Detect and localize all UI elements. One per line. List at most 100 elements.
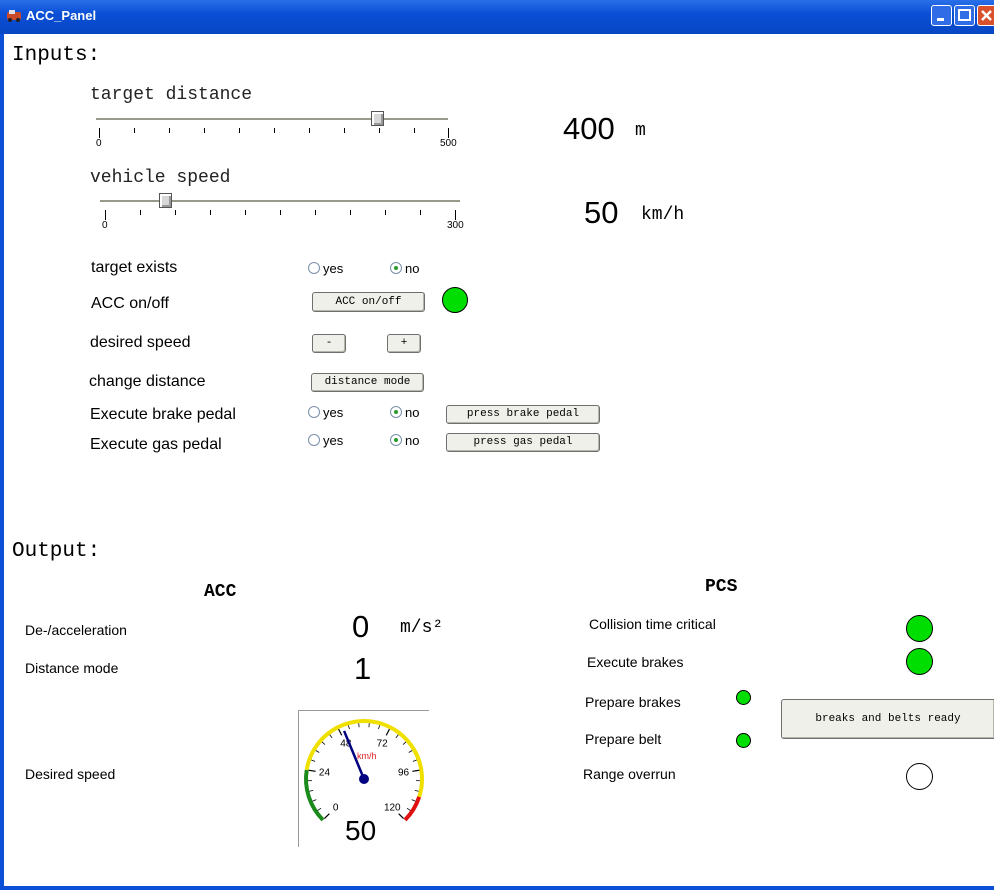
maximize-button[interactable] xyxy=(954,5,975,26)
press-gas-pedal-button[interactable]: press gas pedal xyxy=(446,433,600,452)
gauge-tick xyxy=(408,750,413,753)
pcs-section-title: PCS xyxy=(705,577,738,597)
gauge-tick-label: 96 xyxy=(398,768,410,779)
slider-track xyxy=(100,200,460,203)
gauge-value: 50 xyxy=(345,815,377,846)
target-distance-value: 400 xyxy=(563,111,615,146)
window-title: ACC_Panel xyxy=(26,8,97,23)
prepare-brakes-label: Prepare brakes xyxy=(585,694,681,710)
gauge-tick xyxy=(411,799,416,802)
minimize-icon xyxy=(937,18,944,21)
collision-time-critical-label: Collision time critical xyxy=(589,616,716,632)
distance-mode-value: 1 xyxy=(354,651,372,686)
prepare-brakes-led xyxy=(736,690,751,705)
gauge-tick xyxy=(329,734,333,739)
change-distance-label: change distance xyxy=(89,373,206,390)
brake-pedal-label: Execute brake pedal xyxy=(90,406,236,423)
gauge-tick xyxy=(378,725,381,730)
desired-speed-minus-button[interactable]: - xyxy=(312,334,346,353)
vehicle-speed-slider[interactable]: 0 300 xyxy=(100,190,470,234)
gas-pedal-no-radio[interactable] xyxy=(390,434,402,446)
deceleration-value: 0 xyxy=(352,609,370,644)
execute-brakes-label: Execute brakes xyxy=(587,654,684,670)
distance-mode-button[interactable]: distance mode xyxy=(311,373,424,392)
gauge-tick xyxy=(338,728,343,736)
slider-thumb[interactable] xyxy=(371,111,384,126)
gauge-hub xyxy=(359,774,369,784)
slider-track xyxy=(96,118,448,121)
gauge-tick xyxy=(414,789,419,792)
gauge-tick-label: 120 xyxy=(384,802,401,813)
gauge-tick xyxy=(309,789,314,792)
gauge-tick-label: 0 xyxy=(333,802,339,813)
gauge-tick-label: 24 xyxy=(319,768,331,779)
close-button[interactable] xyxy=(977,5,994,26)
maximize-icon xyxy=(958,9,971,21)
press-brake-pedal-button[interactable]: press brake pedal xyxy=(446,405,600,424)
brake-pedal-no-label: no xyxy=(405,405,420,420)
gas-pedal-no-label: no xyxy=(405,433,420,448)
gauge-tick xyxy=(398,813,405,820)
close-icon xyxy=(981,10,992,21)
target-exists-yes-label: yes xyxy=(323,261,344,276)
gauge-unit-label: km/h xyxy=(357,751,377,761)
target-distance-label: target distance xyxy=(90,85,253,105)
gauge-tick xyxy=(402,741,407,745)
gauge-tick xyxy=(308,769,316,772)
gas-pedal-yes-label: yes xyxy=(323,433,344,448)
acc-onoff-button[interactable]: ACC on/off xyxy=(312,292,425,312)
slider-thumb[interactable] xyxy=(159,193,172,208)
acc-onoff-label: ACC on/off xyxy=(91,295,169,312)
target-exists-label: target exists xyxy=(91,259,178,276)
window-frame-bottom xyxy=(0,886,994,890)
inputs-heading: Inputs: xyxy=(12,44,101,67)
collision-time-critical-led xyxy=(906,615,933,642)
execute-brakes-led xyxy=(906,648,933,675)
gas-pedal-label: Execute gas pedal xyxy=(90,436,222,453)
app-icon xyxy=(7,10,21,22)
gauge-tick-label: 72 xyxy=(377,738,389,749)
gauge-tick xyxy=(317,807,322,811)
brake-pedal-yes-label: yes xyxy=(323,405,344,420)
window-frame-left xyxy=(0,34,4,890)
gauge-tick xyxy=(323,813,330,820)
target-distance-slider[interactable]: 0 500 xyxy=(96,108,457,149)
slider-max-label: 500 xyxy=(440,138,457,149)
gauge-tick xyxy=(321,741,326,745)
target-distance-unit: m xyxy=(635,121,646,141)
slider-max-label: 300 xyxy=(447,220,464,231)
slider-min-label: 0 xyxy=(96,138,102,149)
target-exists-no-radio[interactable] xyxy=(390,262,402,274)
acc-section-title: ACC xyxy=(204,582,237,602)
prepare-belt-led xyxy=(736,733,751,748)
brake-pedal-yes-radio[interactable] xyxy=(308,406,320,418)
desired-speed-output-label: Desired speed xyxy=(25,766,116,782)
deceleration-label: De-/acceleration xyxy=(25,622,127,638)
desired-speed-plus-button[interactable]: + xyxy=(387,334,421,353)
vehicle-speed-value: 50 xyxy=(584,195,619,230)
prepare-belt-label: Prepare belt xyxy=(585,731,662,747)
brake-pedal-no-radio[interactable] xyxy=(390,406,402,418)
title-bar: ACC_Panel xyxy=(0,0,994,34)
desired-speed-label: desired speed xyxy=(90,334,191,351)
vehicle-speed-label: vehicle speed xyxy=(90,168,231,188)
acc-status-led xyxy=(442,287,468,313)
breaks-and-belts-ready-button[interactable]: breaks and belts ready xyxy=(781,699,994,739)
output-heading: Output: xyxy=(12,540,101,563)
vehicle-speed-unit: km/h xyxy=(641,205,685,225)
gauge-tick xyxy=(347,725,350,730)
gauge-tick xyxy=(395,734,399,739)
gauge-tick xyxy=(315,750,320,753)
target-exists-no-label: no xyxy=(405,261,420,276)
gauge-tick xyxy=(385,728,390,736)
target-exists-yes-radio[interactable] xyxy=(308,262,320,274)
gauge-tick xyxy=(412,769,420,772)
gauge-tick xyxy=(412,759,417,762)
minimize-button[interactable] xyxy=(931,5,952,26)
gas-pedal-yes-radio[interactable] xyxy=(308,434,320,446)
desired-speed-gauge: 0 24 48 72 96 120 km/h 50 xyxy=(298,710,429,847)
gauge-tick xyxy=(311,759,316,762)
range-overrun-led xyxy=(906,763,933,790)
gauge-tick xyxy=(406,807,411,811)
distance-mode-label: Distance mode xyxy=(25,660,119,676)
